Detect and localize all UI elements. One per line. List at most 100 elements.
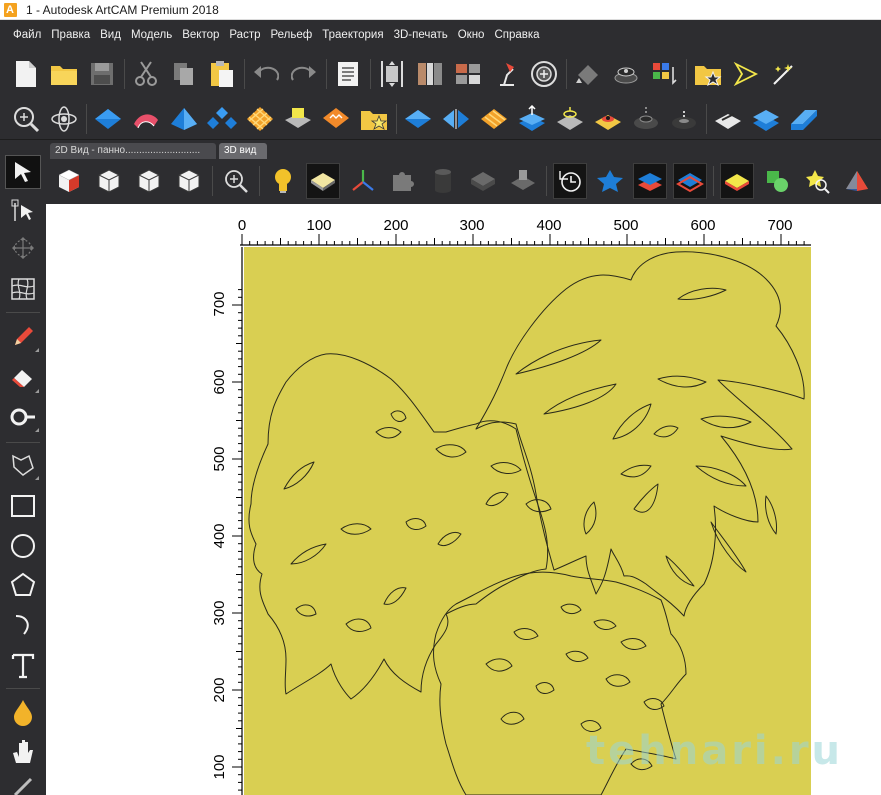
mirror-relief-icon[interactable] [440, 102, 471, 136]
brush-icon[interactable] [5, 770, 41, 795]
stamp-icon[interactable] [320, 102, 351, 136]
app-logo[interactable]: A [0, 0, 20, 20]
copy-icon[interactable] [168, 57, 199, 91]
build-icon[interactable] [206, 102, 237, 136]
render-icon[interactable] [528, 57, 559, 91]
work-area[interactable]: 0 100 200 300 400 500 600 700 700 600 50… [46, 204, 881, 795]
cube-front-icon[interactable] [92, 163, 126, 199]
eraser-icon[interactable] [5, 361, 41, 395]
flat-relief-icon[interactable] [402, 102, 433, 136]
red-layer-icon[interactable] [673, 163, 707, 199]
puzzle-icon[interactable] [386, 163, 420, 199]
color-sort-icon[interactable] [648, 57, 679, 91]
favorites-icon[interactable] [358, 102, 389, 136]
menu-3d-print[interactable]: 3D-печать [389, 20, 453, 50]
favorites-folder-icon[interactable] [692, 57, 723, 91]
axis-icon[interactable] [346, 163, 380, 199]
menu-toolpath[interactable]: Траектория [317, 20, 388, 50]
menu-view[interactable]: Вид [95, 20, 126, 50]
save-icon[interactable] [86, 57, 117, 91]
palette-separator [6, 688, 40, 689]
dark-relief-icon[interactable] [630, 102, 661, 136]
tab-3d-view[interactable]: 3D вид [219, 143, 267, 159]
window-title: 1 - Autodesk ArtCAM Premium 2018 [26, 2, 219, 17]
toolbar-separator [326, 59, 327, 89]
cut-relief-icon[interactable] [506, 163, 540, 199]
menu-edit[interactable]: Правка [46, 20, 95, 50]
model-area[interactable] [244, 247, 811, 795]
blend-relief-icon[interactable] [554, 102, 585, 136]
relief-layer-icon[interactable] [750, 102, 781, 136]
zoom-icon[interactable] [10, 102, 41, 136]
relief-shape-icon[interactable] [92, 102, 123, 136]
sweep-icon[interactable] [168, 102, 199, 136]
material-icon[interactable] [306, 163, 340, 199]
circle-icon[interactable] [5, 529, 41, 563]
fill-icon[interactable] [5, 695, 41, 729]
stack-relief-icon[interactable] [668, 102, 699, 136]
zoom-view-icon[interactable] [219, 163, 253, 199]
arc-icon[interactable] [5, 608, 41, 642]
node-edit-icon[interactable] [5, 194, 41, 228]
extrude-icon[interactable] [130, 102, 161, 136]
menu-raster[interactable]: Растр [224, 20, 265, 50]
menu-model[interactable]: Модель [126, 20, 177, 50]
star-relief-icon[interactable] [593, 163, 627, 199]
model-size-icon[interactable] [376, 57, 407, 91]
y-tick-label: 100 [211, 754, 228, 779]
desk-lamp-icon[interactable] [490, 57, 521, 91]
undo-icon[interactable] [250, 57, 281, 91]
relief-tool-icon[interactable] [712, 102, 743, 136]
cut-icon[interactable] [130, 57, 161, 91]
redo-icon[interactable] [288, 57, 319, 91]
atom-icon[interactable] [48, 102, 79, 136]
transform-icon[interactable] [5, 231, 41, 265]
paste-icon[interactable] [206, 57, 237, 91]
pyramid-icon[interactable] [840, 163, 874, 199]
light-bulb-icon[interactable] [266, 163, 300, 199]
cube-top-icon[interactable] [132, 163, 166, 199]
yellow-layer-icon[interactable] [720, 163, 754, 199]
magic-wand-icon[interactable] [768, 57, 799, 91]
main-toolbar [0, 50, 881, 98]
raise-relief-icon[interactable] [516, 102, 547, 136]
cube-iso-icon[interactable] [52, 163, 86, 199]
text-icon[interactable] [5, 649, 41, 683]
open-folder-icon[interactable] [48, 57, 79, 91]
pencil-icon[interactable] [5, 320, 41, 354]
vector-arrow-icon[interactable] [730, 57, 761, 91]
menu-vector[interactable]: Вектор [177, 20, 224, 50]
lasso-icon[interactable] [5, 448, 41, 482]
new-file-icon[interactable] [10, 57, 41, 91]
stripes-relief-icon[interactable] [478, 102, 509, 136]
box-relief-icon[interactable] [466, 163, 500, 199]
green-shapes-icon[interactable] [760, 163, 794, 199]
menu-window[interactable]: Окно [453, 20, 490, 50]
measure-icon[interactable] [5, 400, 41, 434]
menu-help[interactable]: Справка [489, 20, 544, 50]
offset-relief-icon[interactable] [592, 102, 623, 136]
y-tick-label: 200 [211, 677, 228, 702]
star-zoom-icon[interactable] [800, 163, 834, 199]
mesh-icon[interactable] [5, 272, 41, 306]
paint-bucket-icon[interactable] [572, 57, 603, 91]
weave-icon[interactable] [244, 102, 275, 136]
texture-icon[interactable] [282, 102, 313, 136]
drawing-canvas[interactable]: 0 100 200 300 400 500 600 700 700 600 50… [46, 204, 881, 795]
rectangle-icon[interactable] [5, 489, 41, 523]
menu-relief[interactable]: Рельеф [266, 20, 318, 50]
blue-relief-icon[interactable] [788, 102, 819, 136]
cube-side-icon[interactable] [172, 163, 206, 199]
pentagon-icon[interactable] [5, 568, 41, 602]
tab-2d-view[interactable]: 2D Вид - панно..........................… [50, 143, 216, 159]
clock-icon[interactable] [553, 163, 587, 199]
tiles-icon[interactable] [452, 57, 483, 91]
pointer-icon[interactable] [5, 155, 41, 189]
relief-layers-icon[interactable] [610, 57, 641, 91]
menu-file[interactable]: Файл [8, 20, 46, 50]
notes-icon[interactable] [332, 57, 363, 91]
panel-icon[interactable] [414, 57, 445, 91]
hand-icon[interactable] [5, 734, 41, 768]
layer-relief-icon[interactable] [633, 163, 667, 199]
cylinder-icon[interactable] [426, 163, 460, 199]
